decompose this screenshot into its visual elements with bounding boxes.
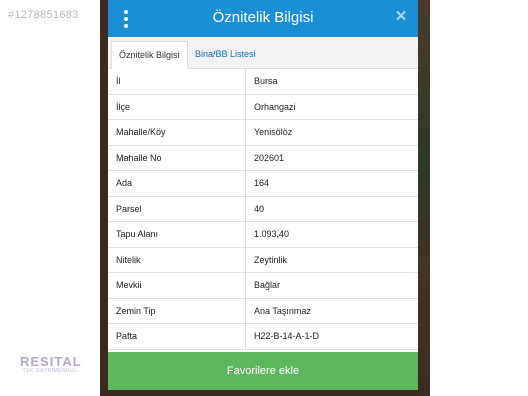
tab-building-list[interactable]: Bina/BB Listesi (188, 41, 263, 69)
table-row: Zemin Tip Ana Taşınmaz (108, 298, 418, 324)
attribute-key: İlçe (108, 94, 246, 119)
attribute-value: Zeytinlik (254, 254, 288, 265)
watermark-logo: RESITAL TEK GAYRİMENKUL (20, 354, 82, 375)
attribute-modal: Öznitelik Bilgisi ✕ Öznitelik Bilgisi Bi… (108, 0, 418, 396)
attribute-key: Tapu Alanı (108, 222, 246, 247)
map-background-bottom (108, 390, 418, 396)
attribute-value: Ana Taşınmaz (254, 305, 311, 316)
attribute-key: Mahalle/Köy (108, 120, 246, 145)
attribute-key: Nitelik (108, 247, 246, 272)
table-row: İl Bursa (108, 69, 418, 95)
table-row: Nitelik Zeytinlik (108, 247, 418, 273)
table-row: Ada 164 (108, 171, 418, 197)
attribute-key: Pafta (108, 324, 246, 349)
watermark-sub: TEK GAYRİMENKUL (22, 368, 78, 374)
attribute-value: 1.093,40 (254, 229, 290, 239)
modal-header: Öznitelik Bilgisi ✕ (108, 0, 418, 37)
attribute-value: 40 (254, 203, 265, 214)
attribute-key: İl (108, 69, 246, 94)
map-background-right (418, 0, 430, 396)
close-icon[interactable]: ✕ (392, 8, 410, 26)
attribute-value: Orhangazi (254, 101, 296, 112)
table-row: Mahalle/Köy Yenisölöz (108, 120, 418, 146)
attribute-key: Mahalle No (108, 145, 246, 170)
attribute-value: 202601 (254, 152, 285, 163)
attribute-table: İl Bursa İlçe Orhangazi Mahalle/Köy Yenisölöz… (108, 69, 418, 350)
table-row: Tapu Alanı 1.093,40 (108, 222, 418, 248)
map-background-left (100, 0, 108, 396)
page: #1278851683 RESITAL TEK GAYRİMENKUL Özni… (0, 0, 528, 396)
tab-bar: Öznitelik Bilgisi Bina/BB Listesi (108, 37, 418, 69)
attribute-value: H22-B-14-A-1-D (254, 331, 320, 341)
vertical-dots-icon[interactable] (120, 9, 132, 29)
attribute-value: Bursa (254, 76, 278, 86)
table-row: Pafta H22-B-14-A-1-D (108, 324, 418, 350)
attribute-value: Bağlar (254, 280, 281, 290)
watermark-brand: RESITAL (20, 354, 82, 369)
attribute-key: Zemin Tip (108, 298, 246, 323)
attribute-value: Yenisölöz (254, 127, 293, 137)
attribute-value: 164 (254, 178, 270, 188)
table-row: İlçe Orhangazi (108, 94, 418, 120)
tab-attribute-info[interactable]: Öznitelik Bilgisi (111, 41, 188, 69)
table-row: Mahalle No 202601 (108, 145, 418, 171)
table-row: Mevkii Bağlar (108, 273, 418, 299)
table-row: Parsel 40 (108, 196, 418, 222)
listing-id: #1278851683 (8, 9, 79, 21)
attribute-key: Mevkii (108, 273, 246, 298)
attribute-key: Parsel (108, 196, 246, 221)
add-to-favorites-button[interactable]: Favorilere ekle (108, 352, 418, 390)
modal-title: Öznitelik Bilgisi (212, 9, 314, 26)
attribute-key: Ada (108, 171, 246, 196)
